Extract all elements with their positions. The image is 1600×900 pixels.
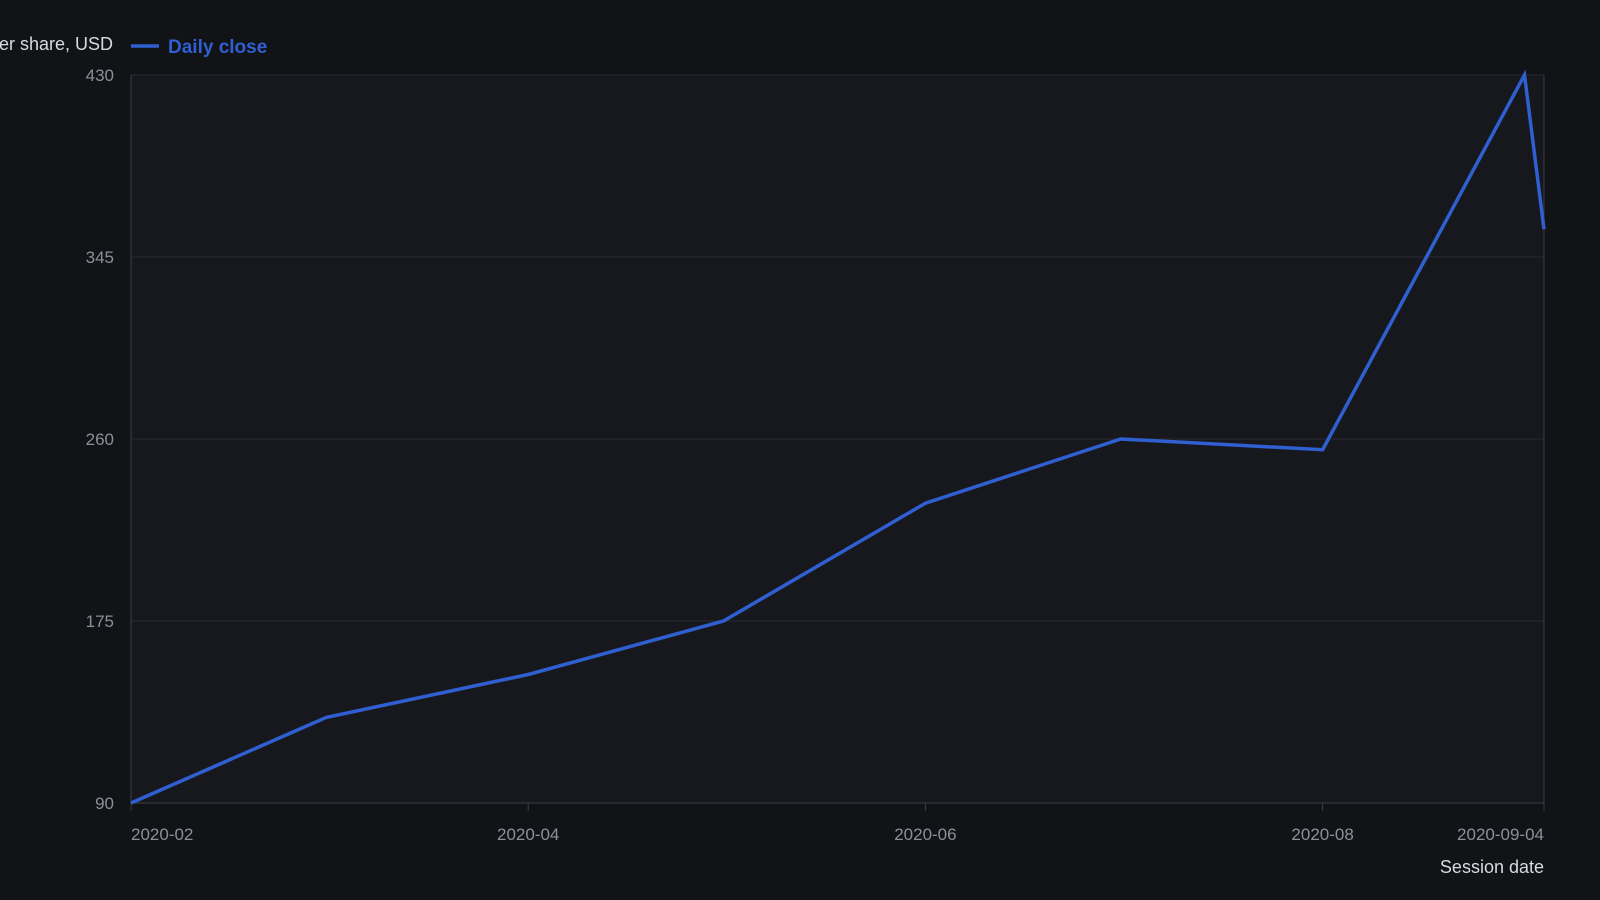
x-tick-label: 2020-06 bbox=[894, 825, 956, 844]
y-tick-label: 430 bbox=[86, 66, 114, 85]
x-axis-title: Session date bbox=[1440, 857, 1544, 877]
x-tick-label: 2020-04 bbox=[497, 825, 559, 844]
line-chart: 90 175 260 345 430 2020-02 2020-04 2020-06 2020-… bbox=[0, 34, 1546, 877]
x-tick-label: 2020-02 bbox=[131, 825, 193, 844]
y-tick-label: 345 bbox=[86, 248, 114, 267]
x-tick-label: 2020-09-04 bbox=[1457, 825, 1544, 844]
y-tick-label: 175 bbox=[86, 612, 114, 631]
y-tick-label: 260 bbox=[86, 430, 114, 449]
y-axis-title: Price per share, USD bbox=[0, 34, 113, 54]
legend-label: Daily close bbox=[168, 37, 267, 58]
chart-root: 90 175 260 345 430 2020-02 2020-04 2020-06 2020-… bbox=[0, 0, 1600, 900]
y-tick-label: 90 bbox=[95, 794, 114, 813]
legend: Daily close bbox=[131, 37, 267, 58]
x-tick-label: 2020-08 bbox=[1291, 825, 1353, 844]
